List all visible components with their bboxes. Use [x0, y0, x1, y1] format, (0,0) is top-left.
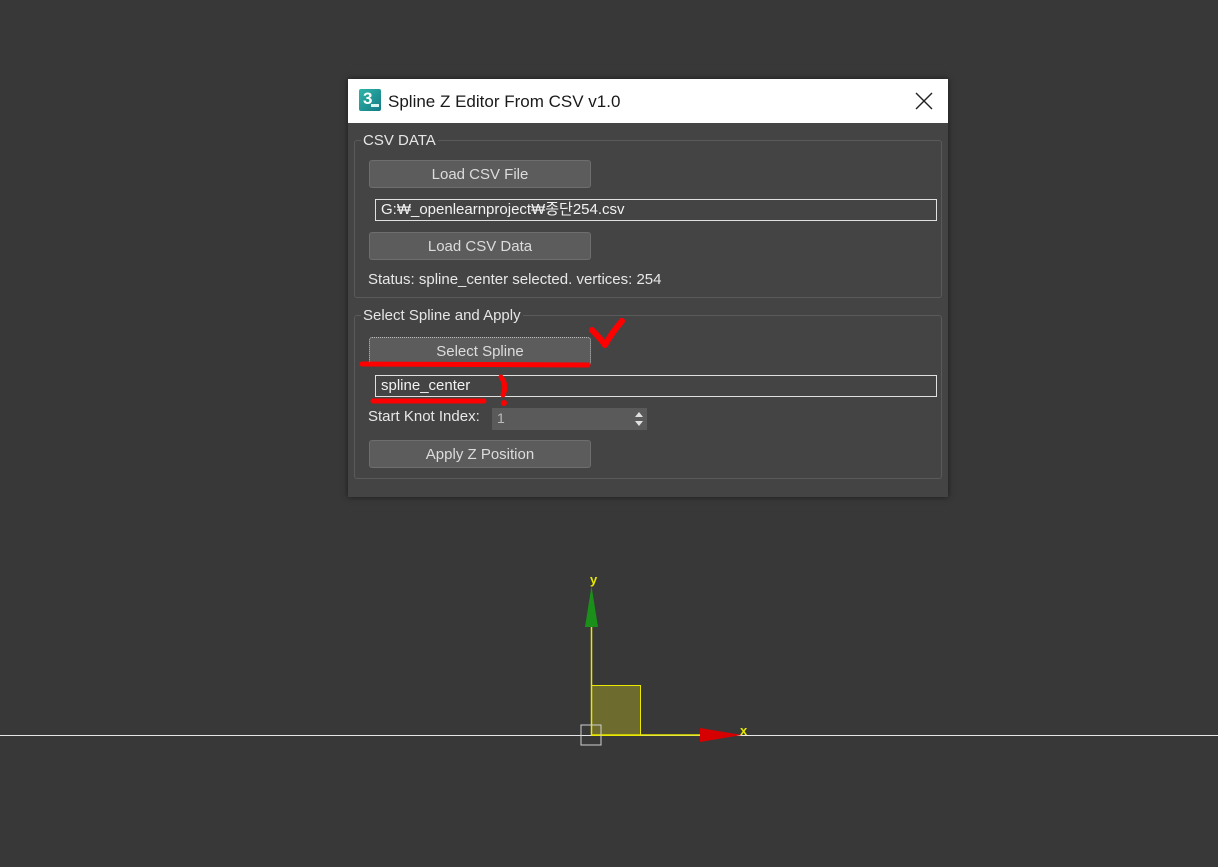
status-text: Status: spline_center selected. vertices… — [368, 271, 662, 288]
y-axis-label: y — [590, 572, 598, 587]
start-knot-index-spinner[interactable]: 1 — [492, 408, 647, 430]
spline-name-field[interactable]: spline_center — [375, 375, 937, 397]
apply-z-position-button[interactable]: Apply Z Position — [369, 440, 591, 468]
select-spline-apply-group-label: Select Spline and Apply — [361, 307, 523, 324]
dialog-title: Spline Z Editor From CSV v1.0 — [388, 92, 621, 111]
x-axis-arrow[interactable] — [700, 728, 742, 742]
xy-plane-handle[interactable] — [591, 685, 641, 736]
close-icon — [915, 92, 933, 110]
x-axis-label: x — [740, 723, 748, 738]
start-knot-index-label: Start Knot Index: — [368, 408, 480, 425]
close-button[interactable] — [908, 85, 940, 117]
start-knot-index-value[interactable]: 1 — [497, 410, 505, 426]
load-csv-file-button[interactable]: Load CSV File — [369, 160, 591, 188]
y-axis-arrow[interactable] — [585, 586, 598, 627]
csv-data-group-label: CSV DATA — [361, 132, 438, 149]
dialog-titlebar[interactable]: 3 Spline Z Editor From CSV v1.0 — [348, 79, 948, 123]
spline-z-editor-dialog: 3 Spline Z Editor From CSV v1.0 CSV DATA… — [348, 79, 948, 497]
select-spline-button[interactable]: Select Spline — [369, 337, 591, 365]
csv-file-path-field[interactable]: G:₩_openlearnproject₩종단254.csv — [375, 199, 937, 221]
3dsmax-app-icon: 3 — [359, 89, 381, 111]
spinner-arrows-icon[interactable] — [635, 411, 643, 427]
load-csv-data-button[interactable]: Load CSV Data — [369, 232, 591, 260]
